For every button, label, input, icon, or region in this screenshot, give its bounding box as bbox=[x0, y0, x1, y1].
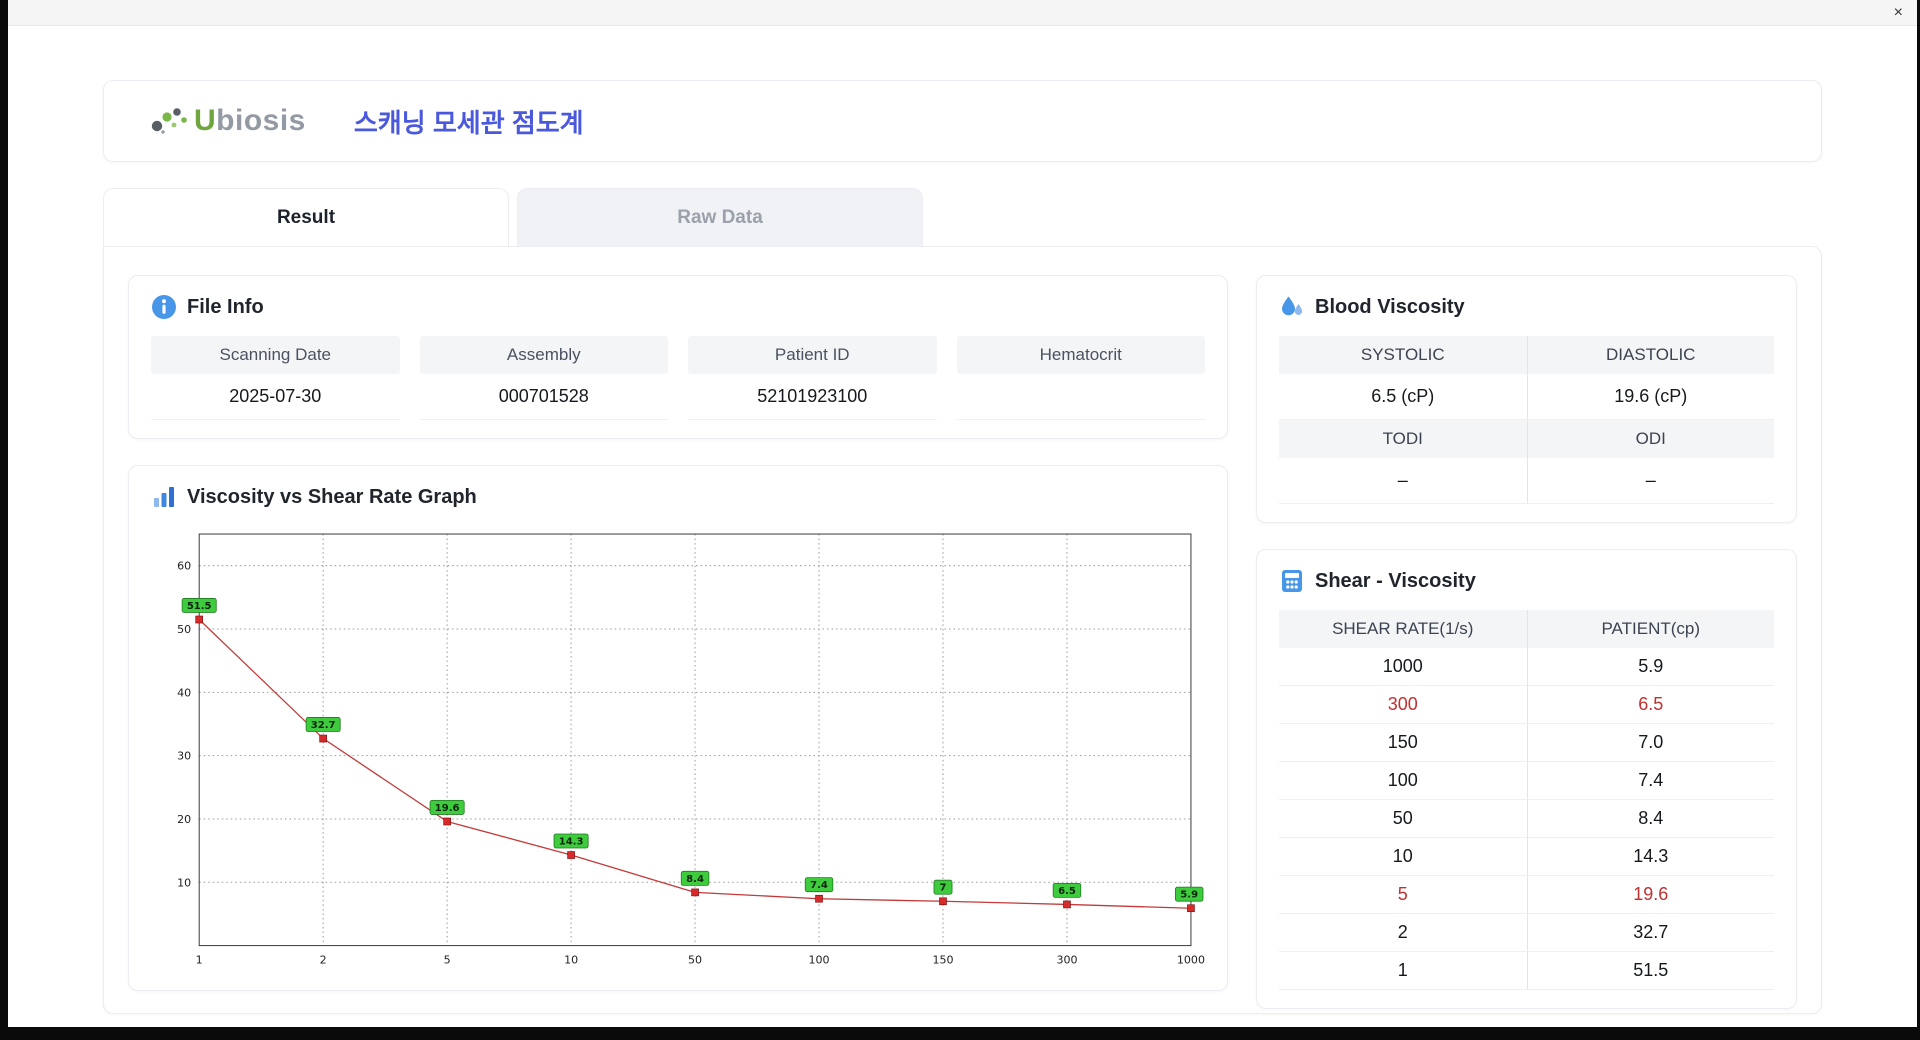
calculator-icon bbox=[1282, 570, 1302, 592]
bv-label-diastolic: DIASTOLIC bbox=[1526, 336, 1774, 374]
svg-text:50: 50 bbox=[177, 623, 191, 636]
bv-value-diastolic: 19.6 (cP) bbox=[1526, 374, 1774, 420]
sv-shear-cell: 150 bbox=[1279, 724, 1527, 762]
field-label-assembly: Assembly bbox=[419, 336, 668, 374]
brand-initial: U bbox=[194, 104, 217, 137]
ubiosis-logo: Ubiosis bbox=[148, 103, 306, 139]
sv-patient-cell: 19.6 bbox=[1526, 876, 1774, 914]
sv-shear-cell: 50 bbox=[1279, 800, 1527, 838]
sv-shear-cell: 100 bbox=[1279, 762, 1527, 800]
svg-text:19.6: 19.6 bbox=[435, 803, 460, 814]
shear-viscosity-table: SHEAR RATE(1/s) PATIENT(cp) 1000 5.9 300… bbox=[1279, 610, 1774, 990]
file-info-panel: File Info Scanning Date Assembly Patient… bbox=[128, 275, 1228, 439]
blood-viscosity-panel: Blood Viscosity SYSTOLIC DIASTOLIC 6.5 (… bbox=[1256, 275, 1797, 523]
svg-text:7: 7 bbox=[940, 883, 947, 894]
bv-label-odi: ODI bbox=[1526, 420, 1774, 458]
graph-heading: Viscosity vs Shear Rate Graph bbox=[151, 484, 1205, 510]
sv-patient-cell: 32.7 bbox=[1526, 914, 1774, 952]
svg-text:20: 20 bbox=[177, 813, 191, 826]
blood-viscosity-grid: SYSTOLIC DIASTOLIC 6.5 (cP) 19.6 (cP) TO… bbox=[1279, 336, 1774, 504]
field-value-assembly: 000701528 bbox=[419, 374, 668, 420]
right-column: Blood Viscosity SYSTOLIC DIASTOLIC 6.5 (… bbox=[1256, 275, 1797, 1009]
svg-text:30: 30 bbox=[177, 750, 191, 763]
field-value-scanning-date: 2025-07-30 bbox=[151, 374, 400, 420]
svg-text:51.5: 51.5 bbox=[187, 601, 212, 612]
left-column: File Info Scanning Date Assembly Patient… bbox=[128, 275, 1228, 991]
svg-text:2: 2 bbox=[320, 954, 327, 967]
graph-panel: Viscosity vs Shear Rate Graph 10 20 30 40 50… bbox=[128, 465, 1228, 991]
brand-rest: biosis bbox=[216, 104, 306, 137]
sv-patient-cell: 7.4 bbox=[1526, 762, 1774, 800]
field-value-hematocrit bbox=[956, 374, 1205, 420]
graph-title: Viscosity vs Shear Rate Graph bbox=[187, 485, 477, 508]
page: Ubiosis 스캐닝 모세관 점도계 Result Raw Data File… bbox=[8, 80, 1917, 1014]
field-label-patient-id: Patient ID bbox=[688, 336, 937, 374]
svg-text:5: 5 bbox=[444, 954, 451, 967]
field-label-scanning-date: Scanning Date bbox=[151, 336, 400, 374]
file-info-title: File Info bbox=[187, 295, 264, 318]
sv-patient-cell: 8.4 bbox=[1526, 800, 1774, 838]
bv-value-odi: – bbox=[1526, 458, 1774, 504]
shear-viscosity-title: Shear - Viscosity bbox=[1315, 569, 1476, 592]
svg-text:32.7: 32.7 bbox=[311, 720, 336, 731]
svg-text:14.3: 14.3 bbox=[559, 837, 584, 848]
brand-text: Ubiosis bbox=[194, 104, 306, 138]
header: Ubiosis 스캐닝 모세관 점도계 bbox=[103, 80, 1822, 162]
viscosity-shear-chart: 10 20 30 40 50 60 1 2 5 10 50 100 150 300 1000 51.5 32.7… bbox=[177, 533, 1205, 967]
page-title: 스캐닝 모세관 점도계 bbox=[353, 107, 584, 138]
app-window: × Ubiosis 스캐닝 모세관 점도계 Result Raw Data Fi… bbox=[8, 0, 1917, 1027]
svg-text:50: 50 bbox=[688, 954, 702, 967]
svg-text:40: 40 bbox=[177, 686, 191, 699]
svg-text:7.4: 7.4 bbox=[810, 880, 828, 891]
result-content: File Info Scanning Date Assembly Patient… bbox=[103, 246, 1822, 1014]
sv-col-patient: PATIENT(cp) bbox=[1526, 610, 1774, 648]
sv-patient-cell: 5.9 bbox=[1526, 648, 1774, 686]
shear-viscosity-panel: Shear - Viscosity SHEAR RATE(1/s) PATIEN… bbox=[1256, 549, 1797, 1009]
svg-text:1000: 1000 bbox=[1177, 954, 1205, 967]
blood-viscosity-title: Blood Viscosity bbox=[1315, 295, 1465, 318]
bar-chart-icon bbox=[154, 487, 174, 507]
close-icon[interactable]: × bbox=[1894, 4, 1903, 21]
svg-text:150: 150 bbox=[932, 954, 953, 967]
file-info-heading: File Info bbox=[151, 294, 1205, 320]
bv-label-todi: TODI bbox=[1279, 420, 1527, 458]
svg-text:60: 60 bbox=[177, 560, 191, 573]
svg-text:5.9: 5.9 bbox=[1180, 890, 1198, 901]
sv-col-shear-rate: SHEAR RATE(1/s) bbox=[1279, 610, 1527, 648]
tab-bar: Result Raw Data bbox=[103, 188, 1822, 246]
bv-label-systolic: SYSTOLIC bbox=[1279, 336, 1527, 374]
svg-text:300: 300 bbox=[1056, 954, 1077, 967]
droplet-icon bbox=[1282, 296, 1303, 316]
sv-patient-cell: 51.5 bbox=[1526, 952, 1774, 990]
svg-text:1: 1 bbox=[196, 954, 203, 967]
shear-viscosity-heading: Shear - Viscosity bbox=[1279, 568, 1774, 594]
sv-shear-cell: 5 bbox=[1279, 876, 1527, 914]
svg-text:10: 10 bbox=[177, 876, 191, 889]
window-titlebar: × bbox=[8, 0, 1917, 26]
sv-patient-cell: 6.5 bbox=[1526, 686, 1774, 724]
info-icon bbox=[152, 295, 176, 319]
tab-raw-data[interactable]: Raw Data bbox=[517, 188, 923, 246]
logo-dots-icon bbox=[151, 108, 187, 134]
tab-result[interactable]: Result bbox=[103, 188, 509, 246]
sv-shear-cell: 2 bbox=[1279, 914, 1527, 952]
sv-shear-cell: 300 bbox=[1279, 686, 1527, 724]
bv-value-todi: – bbox=[1279, 458, 1527, 504]
field-label-hematocrit: Hematocrit bbox=[956, 336, 1205, 374]
sv-patient-cell: 7.0 bbox=[1526, 724, 1774, 762]
sv-shear-cell: 1 bbox=[1279, 952, 1527, 990]
blood-viscosity-heading: Blood Viscosity bbox=[1279, 294, 1774, 320]
field-value-patient-id: 52101923100 bbox=[688, 374, 937, 420]
svg-text:8.4: 8.4 bbox=[686, 874, 704, 885]
sv-patient-cell: 14.3 bbox=[1526, 838, 1774, 876]
bv-value-systolic: 6.5 (cP) bbox=[1279, 374, 1527, 420]
svg-text:100: 100 bbox=[809, 954, 830, 967]
file-info-grid: Scanning Date Assembly Patient ID Hemato… bbox=[151, 336, 1205, 420]
svg-text:10: 10 bbox=[564, 954, 578, 967]
svg-text:6.5: 6.5 bbox=[1058, 886, 1076, 897]
sv-shear-cell: 1000 bbox=[1279, 648, 1527, 686]
sv-shear-cell: 10 bbox=[1279, 838, 1527, 876]
